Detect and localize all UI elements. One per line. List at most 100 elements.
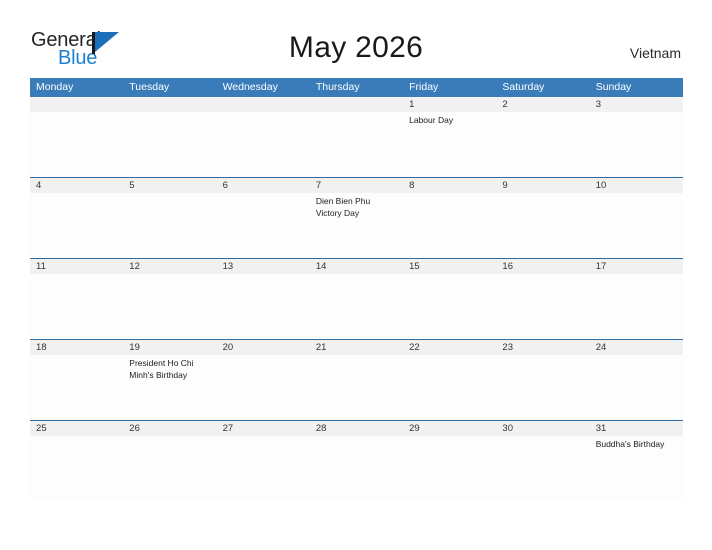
- weekday-header-wednesday: Wednesday: [222, 81, 278, 93]
- day-number: 3: [595, 99, 601, 110]
- calendar-week-row: 1 Labour Day 2 3: [30, 97, 683, 177]
- day-number-strip: 21: [309, 340, 404, 355]
- week-days: 1 Labour Day 2 3: [30, 97, 683, 177]
- day-cell[interactable]: 30: [496, 421, 590, 501]
- day-number-strip: 23: [496, 340, 590, 355]
- day-cell[interactable]: 1 Labour Day: [403, 97, 497, 177]
- day-cell[interactable]: 26: [123, 421, 217, 501]
- holiday-event: Dien Bien Phu Victory Day: [315, 196, 371, 218]
- day-number-strip: 17: [589, 259, 683, 274]
- day-cell[interactable]: 15: [403, 259, 497, 339]
- week-days: 11 12 13 14 15 16 17: [30, 259, 683, 339]
- day-number-strip: 10: [589, 178, 683, 193]
- day-number-strip: 4: [30, 178, 124, 193]
- day-cell[interactable]: 22: [403, 340, 497, 420]
- day-cell[interactable]: 8: [403, 178, 497, 258]
- weekday-header-friday: Friday: [409, 81, 439, 93]
- day-cell[interactable]: 25: [30, 421, 124, 501]
- day-cell[interactable]: 29: [403, 421, 497, 501]
- day-cell[interactable]: 23: [496, 340, 590, 420]
- day-cell[interactable]: 24: [589, 340, 683, 420]
- day-cell[interactable]: 28: [309, 421, 404, 501]
- country-label: Vietnam: [629, 45, 681, 61]
- day-cell[interactable]: 21: [309, 340, 404, 420]
- day-number: 22: [409, 342, 420, 353]
- day-cell[interactable]: 11: [30, 259, 124, 339]
- day-number-strip: 1: [403, 97, 497, 112]
- day-number: 11: [36, 261, 46, 272]
- day-cell[interactable]: 17: [589, 259, 683, 339]
- day-number-strip: 6: [216, 178, 310, 193]
- day-cell[interactable]: 5: [123, 178, 217, 258]
- holiday-event: President Ho Chi Minh's Birthday: [129, 358, 194, 380]
- day-events: Labour Day: [403, 112, 496, 127]
- day-cell[interactable]: 6: [216, 178, 310, 258]
- day-number-strip: 2: [496, 97, 590, 112]
- day-number-strip: 8: [403, 178, 497, 193]
- day-cell[interactable]: 2: [496, 97, 590, 177]
- week-days: 25 26 27 28 29 30 31 Buddha's Birthday: [30, 421, 683, 501]
- day-number-strip: 29: [403, 421, 497, 436]
- day-number-strip: [123, 97, 217, 112]
- calendar-page: General Blue May 2026 Vietnam Monday Tues…: [0, 0, 712, 550]
- day-number-strip: 22: [403, 340, 497, 355]
- day-number-strip: 9: [496, 178, 590, 193]
- weekday-header-tuesday: Tuesday: [129, 81, 170, 93]
- day-number-strip: [30, 97, 124, 112]
- day-number: 10: [595, 180, 607, 191]
- day-number: 13: [222, 261, 234, 272]
- weekday-header-row: Monday Tuesday Wednesday Thursday Friday Satu…: [30, 78, 683, 97]
- weekday-header-thursday: Thursday: [315, 81, 360, 93]
- day-cell[interactable]: 10: [589, 178, 683, 258]
- day-number: 24: [595, 342, 607, 353]
- day-number-strip: 19: [123, 340, 217, 355]
- day-cell[interactable]: 3: [589, 97, 683, 177]
- day-number-strip: 7: [309, 178, 404, 193]
- day-cell[interactable]: 18: [30, 340, 124, 420]
- day-cell[interactable]: 9: [496, 178, 590, 258]
- day-number-strip: 26: [123, 421, 217, 436]
- day-number: 16: [502, 261, 513, 272]
- weekday-header-monday: Monday: [36, 81, 74, 93]
- day-cell[interactable]: 14: [309, 259, 404, 339]
- day-number: 19: [129, 342, 140, 353]
- day-number: 27: [222, 423, 234, 434]
- day-number: 7: [315, 180, 322, 191]
- page-title: May 2026: [288, 31, 424, 64]
- day-number-strip: 5: [123, 178, 217, 193]
- day-cell-empty: [123, 97, 217, 177]
- weekday-header-sunday: Sunday: [595, 81, 632, 93]
- day-cell[interactable]: 20: [216, 340, 310, 420]
- day-cell[interactable]: 27: [216, 421, 310, 501]
- day-cell[interactable]: 4: [30, 178, 124, 258]
- calendar-week-row: 4 5 6 7 Dien Bien Phu Victory Day 8 9 10: [30, 177, 683, 258]
- calendar-week-row: 11 12 13 14 15 16 17: [30, 258, 683, 339]
- day-number: 28: [315, 423, 327, 434]
- day-number: 21: [315, 342, 327, 353]
- day-cell[interactable]: 19 President Ho Chi Minh's Birthday: [123, 340, 217, 420]
- day-number-strip: 27: [216, 421, 310, 436]
- day-cell-empty: [309, 97, 404, 177]
- day-events: Buddha's Birthday: [590, 436, 683, 451]
- day-cell[interactable]: 13: [216, 259, 310, 339]
- day-number: 20: [222, 342, 234, 353]
- day-number-strip: 24: [589, 340, 683, 355]
- day-cell[interactable]: 31 Buddha's Birthday: [589, 421, 683, 501]
- calendar-grid: Monday Tuesday Wednesday Thursday Friday Satu…: [30, 78, 683, 501]
- day-number: 17: [595, 261, 607, 272]
- day-cell[interactable]: 16: [496, 259, 590, 339]
- day-number-strip: 15: [403, 259, 497, 274]
- day-number-strip: 11: [30, 259, 124, 274]
- day-number: 14: [315, 261, 327, 272]
- day-number: 4: [36, 180, 42, 191]
- day-number-strip: 25: [30, 421, 124, 436]
- day-number-strip: 16: [496, 259, 590, 274]
- day-cell[interactable]: 7 Dien Bien Phu Victory Day: [309, 178, 404, 258]
- day-number: 6: [222, 180, 228, 191]
- day-number: 23: [502, 342, 513, 353]
- day-number: 31: [595, 423, 607, 434]
- day-cell-empty: [216, 97, 310, 177]
- holiday-event: Buddha's Birthday: [595, 439, 665, 449]
- day-cell[interactable]: 12: [123, 259, 217, 339]
- day-number-strip: [216, 97, 310, 112]
